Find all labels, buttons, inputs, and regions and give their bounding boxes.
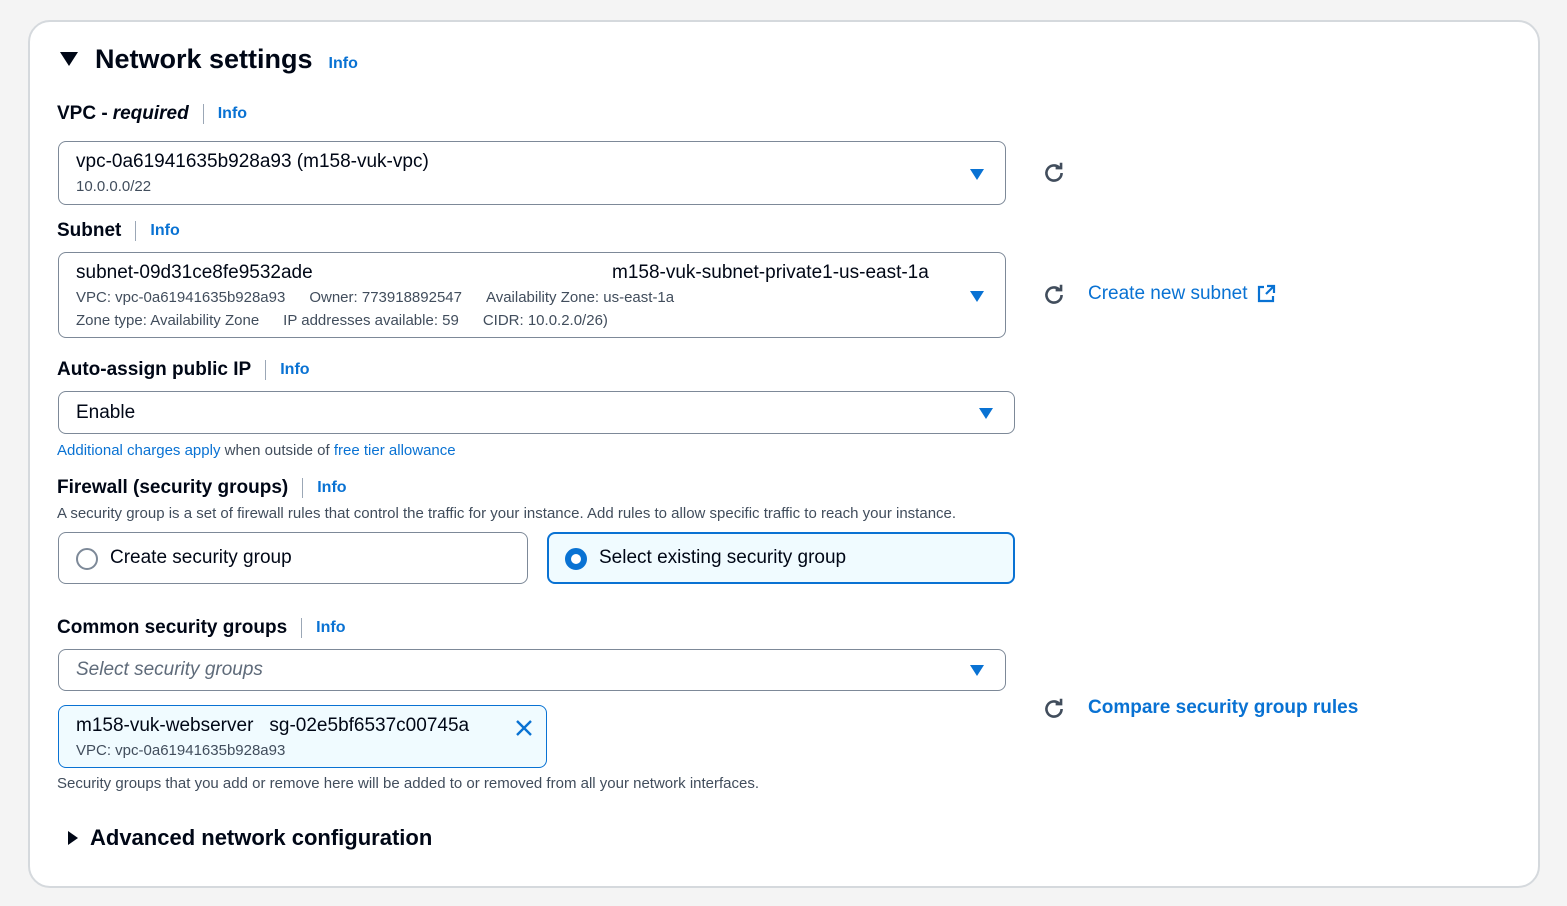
- refresh-icon[interactable]: [1041, 696, 1067, 722]
- free-tier-link[interactable]: free tier allowance: [334, 442, 456, 459]
- subnet-vpc: VPC: vpc-0a61941635b928a93: [76, 289, 286, 306]
- radio-create[interactable]: [76, 548, 98, 570]
- public-ip-info-link[interactable]: Info: [265, 360, 310, 380]
- subnet-label: Subnet Info: [57, 220, 180, 242]
- chevron-down-icon: [970, 169, 984, 180]
- chevron-down-icon: [970, 291, 984, 302]
- advanced-title: Advanced network configuration: [90, 825, 433, 850]
- security-groups-select[interactable]: Select security groups: [58, 649, 1006, 691]
- firewall-label: Firewall (security groups) Info: [57, 477, 347, 499]
- vpc-label: VPC - required Info: [57, 103, 247, 125]
- vpc-cidr: 10.0.0.0/22: [76, 178, 152, 195]
- firewall-description: A security group is a set of firewall ru…: [57, 505, 957, 522]
- create-security-group-option[interactable]: Create security group: [58, 532, 528, 584]
- security-groups-placeholder: Select security groups: [76, 659, 263, 680]
- vpc-info-link[interactable]: Info: [202, 104, 247, 124]
- firewall-label-text: Firewall (security groups): [57, 477, 289, 498]
- subnet-label-text: Subnet: [57, 220, 122, 241]
- public-ip-label: Auto-assign public IP Info: [57, 359, 310, 381]
- select-existing-security-group-option[interactable]: Select existing security group: [547, 532, 1015, 584]
- section-info-link[interactable]: Info: [329, 55, 358, 73]
- chevron-down-icon: [970, 665, 984, 676]
- token-vpc: VPC: vpc-0a61941635b928a93: [76, 742, 286, 759]
- common-sg-label-text: Common security groups: [57, 617, 288, 638]
- subnet-zone-type: Zone type: Availability Zone: [76, 312, 260, 329]
- compare-security-group-rules-link[interactable]: Compare security group rules: [1088, 697, 1358, 719]
- vpc-required-text: required: [112, 103, 189, 124]
- subnet-owner: Owner: 773918892547: [309, 289, 462, 306]
- subnet-id: subnet-09d31ce8fe9532ade: [76, 262, 313, 283]
- create-new-subnet-link[interactable]: Create new subnet: [1088, 283, 1276, 305]
- create-new-subnet-text: Create new subnet: [1088, 283, 1248, 304]
- subnet-az: Availability Zone: us-east-1a: [485, 289, 675, 306]
- security-groups-help: Security groups that you add or remove h…: [57, 775, 760, 792]
- firewall-info-link[interactable]: Info: [302, 478, 347, 498]
- public-ip-hint: Additional charges apply when outside of…: [57, 442, 456, 459]
- select-existing-security-group-label: Select existing security group: [599, 547, 847, 568]
- subnet-ips: IP addresses available: 59: [283, 312, 459, 329]
- public-ip-label-text: Auto-assign public IP: [57, 359, 252, 380]
- section-title: Network settings: [95, 44, 313, 74]
- security-group-token: m158-vuk-webserver sg-02e5bf6537c00745a …: [58, 705, 547, 768]
- chevron-down-icon: [979, 408, 993, 419]
- token-id: sg-02e5bf6537c00745a: [269, 715, 470, 736]
- collapse-triangle-icon[interactable]: [60, 52, 78, 66]
- common-sg-info-link[interactable]: Info: [301, 618, 345, 638]
- subnet-name: m158-vuk-subnet-private1-us-east-1a: [612, 262, 929, 283]
- vpc-label-text: VPC -: [57, 103, 108, 124]
- additional-charges-link[interactable]: Additional charges apply: [57, 442, 220, 459]
- subnet-info-link[interactable]: Info: [135, 221, 180, 241]
- remove-token-icon[interactable]: [514, 718, 534, 738]
- token-name: m158-vuk-webserver: [76, 715, 254, 736]
- refresh-icon[interactable]: [1041, 282, 1067, 308]
- common-sg-label: Common security groups Info: [57, 617, 345, 639]
- external-link-icon: [1257, 284, 1275, 303]
- radio-select-existing[interactable]: [565, 548, 587, 570]
- vpc-select[interactable]: vpc-0a61941635b928a93 (m158-vuk-vpc) 10.…: [58, 141, 1006, 205]
- vpc-value: vpc-0a61941635b928a93 (m158-vuk-vpc): [76, 151, 429, 172]
- public-ip-select[interactable]: Enable: [58, 391, 1015, 434]
- refresh-icon[interactable]: [1041, 160, 1067, 186]
- hint-text: when outside of: [220, 442, 334, 459]
- subnet-select[interactable]: subnet-09d31ce8fe9532ade m158-vuk-subnet…: [58, 252, 1006, 338]
- expand-triangle-icon: [68, 831, 78, 845]
- subnet-cidr: CIDR: 10.0.2.0/26): [482, 312, 608, 329]
- create-security-group-label: Create security group: [110, 547, 292, 568]
- public-ip-value: Enable: [76, 402, 136, 423]
- advanced-network-configuration-toggle[interactable]: Advanced network configuration: [68, 825, 432, 851]
